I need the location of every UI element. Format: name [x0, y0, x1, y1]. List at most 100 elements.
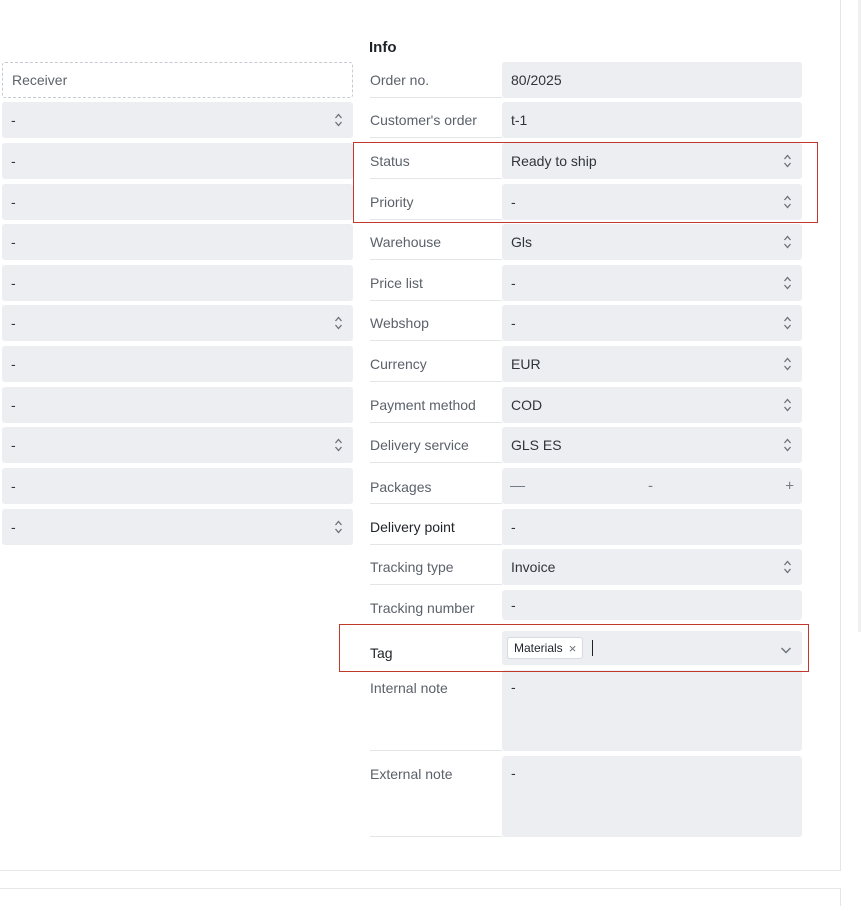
currency-label: Currency [370, 356, 427, 372]
divider [370, 340, 502, 341]
up-down-icon [783, 437, 792, 453]
delivery-point-label: Delivery point [370, 519, 455, 535]
receiver-field-8[interactable]: - [2, 387, 353, 423]
divider [370, 178, 502, 179]
divider [370, 503, 502, 504]
status-select[interactable]: Ready to ship [502, 143, 802, 179]
price-list-select[interactable]: - [502, 265, 802, 301]
up-down-icon [783, 559, 792, 575]
receiver-field-10[interactable]: - [2, 468, 353, 504]
field-value: - [11, 275, 16, 291]
up-down-icon [783, 315, 792, 331]
webshop-select[interactable]: - [502, 305, 802, 341]
tracking-number-label: Tracking number [370, 600, 475, 616]
receiver-field-5[interactable]: - [2, 265, 353, 301]
field-value: - [11, 112, 16, 128]
order-no-value: 80/2025 [511, 72, 562, 88]
receiver-select-11[interactable]: - [2, 509, 353, 545]
up-down-icon [334, 437, 343, 453]
receiver-placeholder: Receiver [12, 72, 68, 88]
up-down-icon [783, 194, 792, 210]
price-list-value: - [511, 275, 516, 291]
packages-value: - [648, 477, 653, 495]
card-border-right [840, 0, 841, 871]
chevron-down-icon[interactable] [780, 642, 792, 654]
field-value: - [11, 478, 16, 494]
text-cursor [592, 640, 593, 656]
divider [370, 300, 502, 301]
receiver-field[interactable]: Receiver [2, 62, 353, 98]
up-down-icon [334, 112, 343, 128]
priority-select[interactable]: - [502, 184, 802, 220]
decrement-button[interactable]: — [510, 478, 525, 495]
payment-method-value: COD [511, 397, 543, 413]
divider [370, 219, 502, 220]
receiver-field-7[interactable]: - [2, 346, 353, 382]
tracking-number-field[interactable]: - [502, 590, 802, 620]
status-value: Ready to ship [511, 153, 597, 169]
tracking-number-value: - [511, 597, 516, 613]
external-note-textarea[interactable]: - [502, 756, 802, 837]
internal-note-label: Internal note [370, 680, 448, 696]
packages-stepper[interactable]: — - + [502, 468, 802, 504]
remove-tag-icon[interactable]: × [569, 641, 577, 656]
payment-method-label: Payment method [370, 397, 476, 413]
delivery-service-select[interactable]: GLS ES [502, 427, 802, 463]
up-down-icon [783, 234, 792, 250]
tag-label: Tag [370, 645, 393, 661]
receiver-field-3[interactable]: - [2, 184, 353, 220]
divider [370, 544, 502, 545]
priority-label: Priority [370, 194, 414, 210]
tag-multiselect[interactable]: Materials × [502, 631, 802, 665]
divider [370, 836, 502, 837]
webshop-label: Webshop [370, 315, 429, 331]
divider [370, 422, 502, 423]
order-no-label: Order no. [370, 72, 430, 88]
next-card-border-side [840, 888, 841, 906]
field-value: - [11, 315, 16, 331]
up-down-icon [334, 519, 343, 535]
warehouse-select[interactable]: Gls [502, 224, 802, 260]
tracking-type-select[interactable]: Invoice [502, 549, 802, 585]
field-value: - [11, 356, 16, 372]
field-value: - [11, 194, 16, 210]
receiver-field-2[interactable]: - [2, 143, 353, 179]
divider [370, 584, 502, 585]
order-no-field[interactable]: 80/2025 [502, 62, 802, 98]
receiver-select-1[interactable]: - [2, 102, 353, 138]
receiver-field-4[interactable]: - [2, 224, 353, 260]
delivery-point-value: - [511, 519, 516, 535]
internal-note-textarea[interactable]: - [502, 670, 802, 751]
status-label: Status [370, 153, 410, 169]
divider [370, 137, 502, 138]
field-value: - [11, 437, 16, 453]
warehouse-label: Warehouse [370, 234, 442, 250]
up-down-icon [783, 153, 792, 169]
customers-order-label: Customer's order [370, 112, 477, 128]
tag-chip: Materials × [507, 637, 584, 659]
up-down-icon [783, 275, 792, 291]
field-value: - [11, 519, 16, 535]
increment-button[interactable]: + [785, 478, 794, 495]
up-down-icon [783, 356, 792, 372]
tracking-type-label: Tracking type [370, 559, 454, 575]
priority-value: - [511, 194, 516, 210]
receiver-select-6[interactable]: - [2, 305, 353, 341]
customers-order-field[interactable]: t-1 [502, 102, 802, 138]
internal-note-value: - [511, 679, 516, 695]
tag-chip-label: Materials [514, 641, 563, 655]
field-value: - [11, 153, 16, 169]
currency-value: EUR [511, 356, 541, 372]
divider [370, 381, 502, 382]
next-card-border [0, 888, 841, 889]
delivery-point-field[interactable]: - [502, 509, 802, 545]
divider [370, 750, 502, 751]
up-down-icon [334, 315, 343, 331]
currency-select[interactable]: EUR [502, 346, 802, 382]
field-value: - [11, 397, 16, 413]
receiver-select-9[interactable]: - [2, 427, 353, 463]
warehouse-value: Gls [511, 234, 532, 250]
divider [370, 97, 502, 98]
payment-method-select[interactable]: COD [502, 387, 802, 423]
external-note-value: - [511, 765, 516, 781]
